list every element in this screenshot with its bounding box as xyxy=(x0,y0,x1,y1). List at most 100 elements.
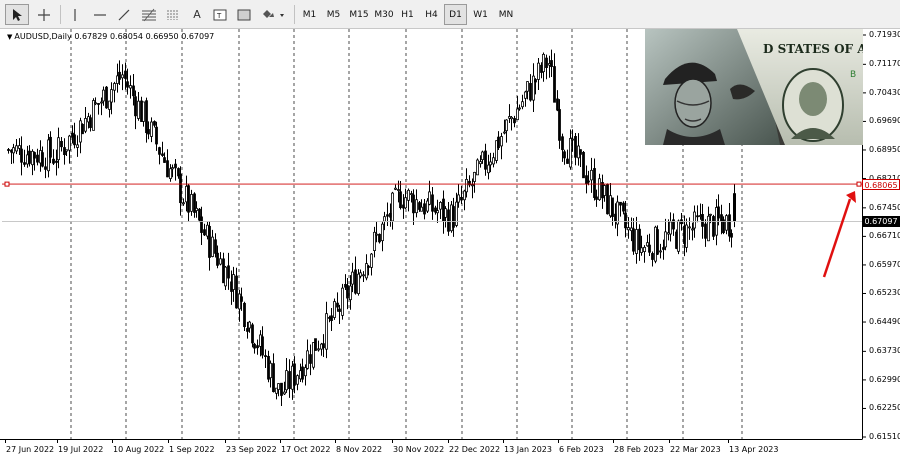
candle-body xyxy=(558,109,561,141)
candle-body xyxy=(166,160,169,178)
candle-body xyxy=(333,301,336,318)
timeframe-d1[interactable]: D1 xyxy=(444,4,467,25)
fibonacci-tool-icon[interactable] xyxy=(138,4,160,25)
candle-body xyxy=(381,223,384,242)
date-tick-label: 1 Sep 2022 xyxy=(169,445,215,454)
candle-body xyxy=(354,269,357,294)
candle-body xyxy=(391,192,394,222)
candle-body xyxy=(691,228,694,231)
toolbar: A T M1 M5 M15 M30 H1 H4 D1 W1 MN xyxy=(0,0,900,29)
text-tool-icon[interactable]: A xyxy=(187,4,207,25)
candle-body xyxy=(309,354,312,364)
candle-body xyxy=(147,129,150,135)
horizontal-line-handle[interactable] xyxy=(856,181,862,187)
date-tick-label: 10 Aug 2022 xyxy=(113,445,165,454)
date-tick-label: 30 Nov 2022 xyxy=(393,445,445,454)
candle-body xyxy=(492,157,495,165)
last-candle-body xyxy=(733,193,736,222)
horizontal-line-tool-icon[interactable] xyxy=(88,4,112,25)
text-label-tool-icon[interactable]: T xyxy=(210,4,230,25)
candle-body xyxy=(232,274,235,290)
candle-body xyxy=(651,253,654,260)
date-tick-label: 13 Jan 2023 xyxy=(504,445,552,454)
timeframe-m5[interactable]: M5 xyxy=(322,4,345,25)
price-tick-label: 0.64490 xyxy=(869,317,900,327)
toolbar-separator xyxy=(294,5,295,24)
candle-body xyxy=(662,247,665,250)
horizontal-line-handle[interactable] xyxy=(4,181,10,187)
candle-body xyxy=(712,216,715,237)
vertical-line-tool-icon[interactable] xyxy=(64,4,86,25)
candle-body xyxy=(383,216,386,222)
candle-body xyxy=(545,57,548,68)
candle-body xyxy=(248,321,251,329)
candle-body xyxy=(359,272,362,277)
timeframe-mn[interactable]: MN xyxy=(493,4,519,25)
candle-body xyxy=(370,253,373,268)
candle-body xyxy=(124,70,127,79)
candle-body xyxy=(100,101,103,104)
timeframe-h4[interactable]: H4 xyxy=(420,4,443,25)
text-label-tool-icon[interactable] xyxy=(234,4,254,25)
candle-body xyxy=(569,138,572,168)
candle-body xyxy=(81,123,84,135)
candle-body xyxy=(288,371,291,389)
period-separator-tool-icon[interactable] xyxy=(163,4,183,25)
timeframe-m15[interactable]: M15 xyxy=(346,4,372,25)
candle-body xyxy=(52,158,55,164)
date-tick-label: 8 Nov 2022 xyxy=(336,445,383,454)
timeframe-m1[interactable]: M1 xyxy=(298,4,321,25)
candle-body xyxy=(336,302,339,308)
date-tick-label: 28 Feb 2023 xyxy=(614,445,664,454)
candle-body xyxy=(664,231,667,248)
candle-body xyxy=(394,187,397,190)
candle-body xyxy=(55,160,58,163)
candle-body xyxy=(505,119,508,132)
crosshair-tool-icon[interactable] xyxy=(32,4,56,25)
candle-body xyxy=(285,370,288,391)
candle-body xyxy=(561,136,564,151)
candle-body xyxy=(179,173,182,204)
price-tick-label: 0.71170 xyxy=(869,59,900,69)
candle-body xyxy=(301,366,304,380)
candle-body xyxy=(338,308,341,312)
candle-body xyxy=(447,209,450,232)
timeframe-m30[interactable]: M30 xyxy=(371,4,397,25)
candle-body xyxy=(375,233,378,236)
candle-body xyxy=(137,100,140,119)
price-tick-label: 0.66710 xyxy=(869,231,900,241)
chart-window[interactable]: ▼ AUDUSD,Daily 0.67829 0.68054 0.66950 0.… xyxy=(0,29,900,457)
candle-body xyxy=(330,315,333,321)
candle-body xyxy=(471,184,474,187)
candle-body xyxy=(603,185,606,196)
candle-body xyxy=(669,221,672,235)
candle-body xyxy=(129,85,132,89)
timeframe-w1[interactable]: W1 xyxy=(469,4,492,25)
date-tick-label: 17 Oct 2022 xyxy=(281,445,331,454)
candle-body xyxy=(317,348,320,351)
svg-text:D STATES OF A: D STATES OF A xyxy=(763,42,863,56)
candle-body xyxy=(497,136,500,149)
candle-body xyxy=(126,81,129,88)
candle-body xyxy=(704,223,707,239)
trendline-tool-icon[interactable] xyxy=(113,4,135,25)
candle-body xyxy=(656,229,659,255)
candle-body xyxy=(489,161,492,166)
candle-body xyxy=(153,121,156,126)
price-tick-label: 0.71930 xyxy=(869,30,900,39)
candle-body xyxy=(460,196,463,201)
candle-body xyxy=(44,166,47,170)
shapes-tool-icon[interactable] xyxy=(258,4,288,25)
timeframe-h1[interactable]: H1 xyxy=(396,4,419,25)
price-tick-label: 0.65230 xyxy=(869,288,900,298)
candle-body xyxy=(283,391,286,395)
cursor-tool-icon[interactable] xyxy=(5,4,29,25)
candle-body xyxy=(709,213,712,216)
candle-body xyxy=(36,154,39,163)
candle-body xyxy=(487,164,490,174)
candle-body xyxy=(28,150,31,164)
candle-body xyxy=(211,236,214,257)
candle-body xyxy=(624,212,627,229)
candle-body xyxy=(696,215,699,218)
svg-text:T: T xyxy=(216,12,222,20)
